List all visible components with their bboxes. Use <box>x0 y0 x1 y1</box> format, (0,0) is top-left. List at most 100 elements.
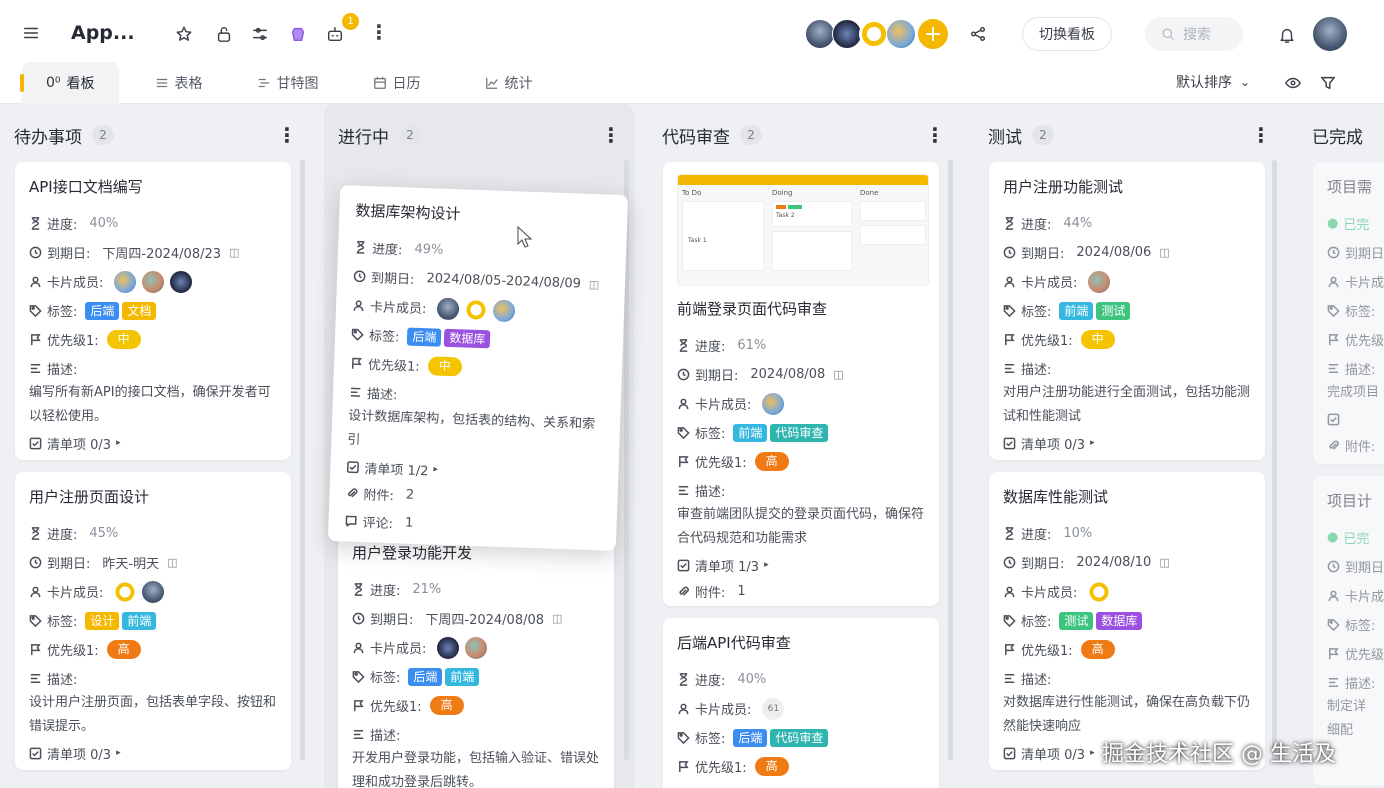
tab-table[interactable]: 表格 <box>119 62 231 104</box>
progress-value: 45% <box>89 526 119 541</box>
switch-board-button[interactable]: 切换看板 <box>1022 17 1112 51</box>
avatar[interactable] <box>113 269 138 294</box>
avatar[interactable] <box>464 635 489 660</box>
avatar[interactable] <box>464 296 489 322</box>
tab-gantt[interactable]: 甘特图 <box>231 62 347 104</box>
clock-icon <box>1327 560 1340 573</box>
avatar[interactable] <box>832 19 862 49</box>
column-header: 测试 2 ⋮ <box>974 122 1284 148</box>
column-header: 待办事项 2 ⋮ <box>0 122 310 148</box>
tab-label: 统计 <box>504 75 533 92</box>
description-icon <box>30 674 41 683</box>
field-label: 到期日: <box>1021 557 1065 572</box>
calendar-small-icon[interactable]: ◫ <box>1159 246 1169 259</box>
scrollbar[interactable] <box>300 160 305 760</box>
tag-icon <box>677 732 690 744</box>
checklist-toggle[interactable]: 清单项 0/3 ▸ <box>29 431 277 455</box>
chart-icon <box>485 77 498 89</box>
column-menu-icon[interactable]: ⋮ <box>1251 122 1271 148</box>
dragged-task-card[interactable]: 数据库架构设计 进度: 49% 到期日: 2024/08/05-2024/08/09… <box>327 185 629 551</box>
tab-calendar[interactable]: 日历 <box>347 62 451 104</box>
checklist-toggle[interactable] <box>1327 407 1384 431</box>
avatar[interactable] <box>169 269 194 294</box>
checklist-toggle[interactable]: 清单项 1/3 ▸ <box>677 553 925 577</box>
lock-icon[interactable] <box>211 21 237 47</box>
top-bar: App... 1 ⋮ + 切换看板 搜索 <box>0 0 1384 66</box>
avatar[interactable] <box>805 19 835 49</box>
avatar[interactable] <box>436 296 461 321</box>
share-icon[interactable] <box>965 21 991 47</box>
checklist-toggle[interactable]: 清单项 0/3 ▸ <box>1003 431 1251 455</box>
field-label: 进度: <box>47 528 78 543</box>
status-label: 已完 <box>1343 218 1370 233</box>
task-card[interactable]: 用户注册功能测试 进度: 44% 到期日: 2024/08/06 ◫ 卡片成员: 标签… <box>989 162 1265 460</box>
checklist-toggle[interactable]: 清单项 0/3 ▸ <box>29 741 277 765</box>
tag-icon <box>1003 305 1016 317</box>
task-card[interactable]: 用户注册页面设计 进度: 45% 到期日: 昨天-明天 ◫ 卡片成员: 标签: 设计 前端… <box>15 472 291 770</box>
avatar[interactable] <box>436 635 461 660</box>
filter-icon[interactable] <box>1315 70 1341 96</box>
task-card[interactable]: 项目需 ● 已完 到期日: 卡片成员: 标签: 优先级1: 描述: 完成项目 附件… <box>1313 162 1384 464</box>
field-label: 进度: <box>695 340 726 355</box>
calendar-small-icon[interactable]: ◫ <box>833 368 843 381</box>
calendar-small-icon[interactable]: ◫ <box>1159 556 1169 569</box>
avatar[interactable] <box>141 269 166 294</box>
avatar[interactable] <box>141 579 166 604</box>
column-menu-icon[interactable]: ⋮ <box>277 122 297 148</box>
sort-dropdown[interactable]: 默认排序 ⌄ <box>1176 72 1250 92</box>
due-date: 2024/08/05-2024/08/09 <box>426 271 582 292</box>
field-label: 进度: <box>1021 218 1052 233</box>
menu-icon[interactable] <box>18 20 44 46</box>
theme-icon[interactable] <box>285 21 311 47</box>
field-label: 标签: <box>47 305 78 320</box>
card-description: 完成项目 <box>1327 385 1380 400</box>
task-card[interactable]: 后端API代码审查 进度: 40% 卡片成员: 61 标签: 后端 代码审查 优先级1:… <box>663 618 939 788</box>
flag-icon <box>679 456 689 468</box>
calendar-small-icon[interactable]: ◫ <box>589 278 600 291</box>
field-label: 优先级1: <box>47 644 99 659</box>
calendar-small-icon[interactable]: ◫ <box>552 612 562 625</box>
calendar-small-icon[interactable]: ◫ <box>229 246 239 259</box>
card-title: API接口文档编写 <box>29 178 143 196</box>
view-tabs: 0⁰ 看板 表格 甘特图 日历 统计 默认排序 ⌄ <box>0 61 1384 104</box>
star-icon[interactable] <box>171 21 197 47</box>
task-card[interactable]: To Do Doing Done Task 1 Task 2 前端登录页面代码审… <box>663 162 939 606</box>
tag-badge: 数据库 <box>1096 611 1143 630</box>
hourglass-icon <box>1005 217 1014 230</box>
scrollbar[interactable] <box>948 160 953 760</box>
tag-badge: 数据库 <box>444 328 491 348</box>
avatar[interactable] <box>886 19 916 49</box>
eye-icon[interactable] <box>1280 70 1306 96</box>
task-card[interactable]: API接口文档编写 进度: 40% 到期日: 下周四-2024/08/23 ◫ 卡片成… <box>15 162 291 460</box>
field-label: 进度: <box>371 242 403 259</box>
tab-stats[interactable]: 统计 <box>451 62 559 104</box>
bell-icon[interactable] <box>1274 22 1300 48</box>
card-title: 用户注册页面设计 <box>29 488 150 506</box>
attachment-count: 1 <box>737 583 746 599</box>
tab-board[interactable]: 0⁰ 看板 <box>20 61 119 104</box>
avatar[interactable] <box>492 297 517 323</box>
search-input[interactable]: 搜索 <box>1145 17 1243 51</box>
more-icon[interactable]: ⋮ <box>369 20 389 44</box>
robot-icon[interactable]: 1 <box>322 13 359 47</box>
avatar[interactable] <box>859 19 889 49</box>
avatar[interactable] <box>113 579 138 604</box>
scrollbar[interactable] <box>1272 160 1277 760</box>
task-card[interactable]: 数据库性能测试 进度: 10% 到期日: 2024/08/10 ◫ 卡片成员: 标签:… <box>989 472 1265 770</box>
filter-settings-icon[interactable] <box>247 21 273 47</box>
column-menu-icon[interactable]: ⋮ <box>601 122 621 148</box>
calendar-small-icon[interactable]: ◫ <box>167 556 177 569</box>
user-avatar[interactable] <box>1312 16 1348 52</box>
avatar[interactable]: 61 <box>761 696 786 721</box>
column-menu-icon[interactable]: ⋮ <box>925 122 945 148</box>
board-icon: 0⁰ <box>46 74 61 91</box>
avatar[interactable] <box>1087 579 1112 604</box>
column-title: 待办事项 <box>14 127 82 148</box>
avatar[interactable] <box>761 391 786 416</box>
cover-task-label: Task 1 <box>688 237 707 244</box>
field-label: 优先级1: <box>1345 648 1384 663</box>
avatar[interactable] <box>1087 269 1112 294</box>
field-label: 描述: <box>370 729 401 744</box>
add-member-button[interactable]: + <box>918 19 948 49</box>
task-card[interactable]: 用户登录功能开发 进度: 21% 到期日: 下周四-2024/08/08 ◫ 卡片成员… <box>338 528 614 788</box>
